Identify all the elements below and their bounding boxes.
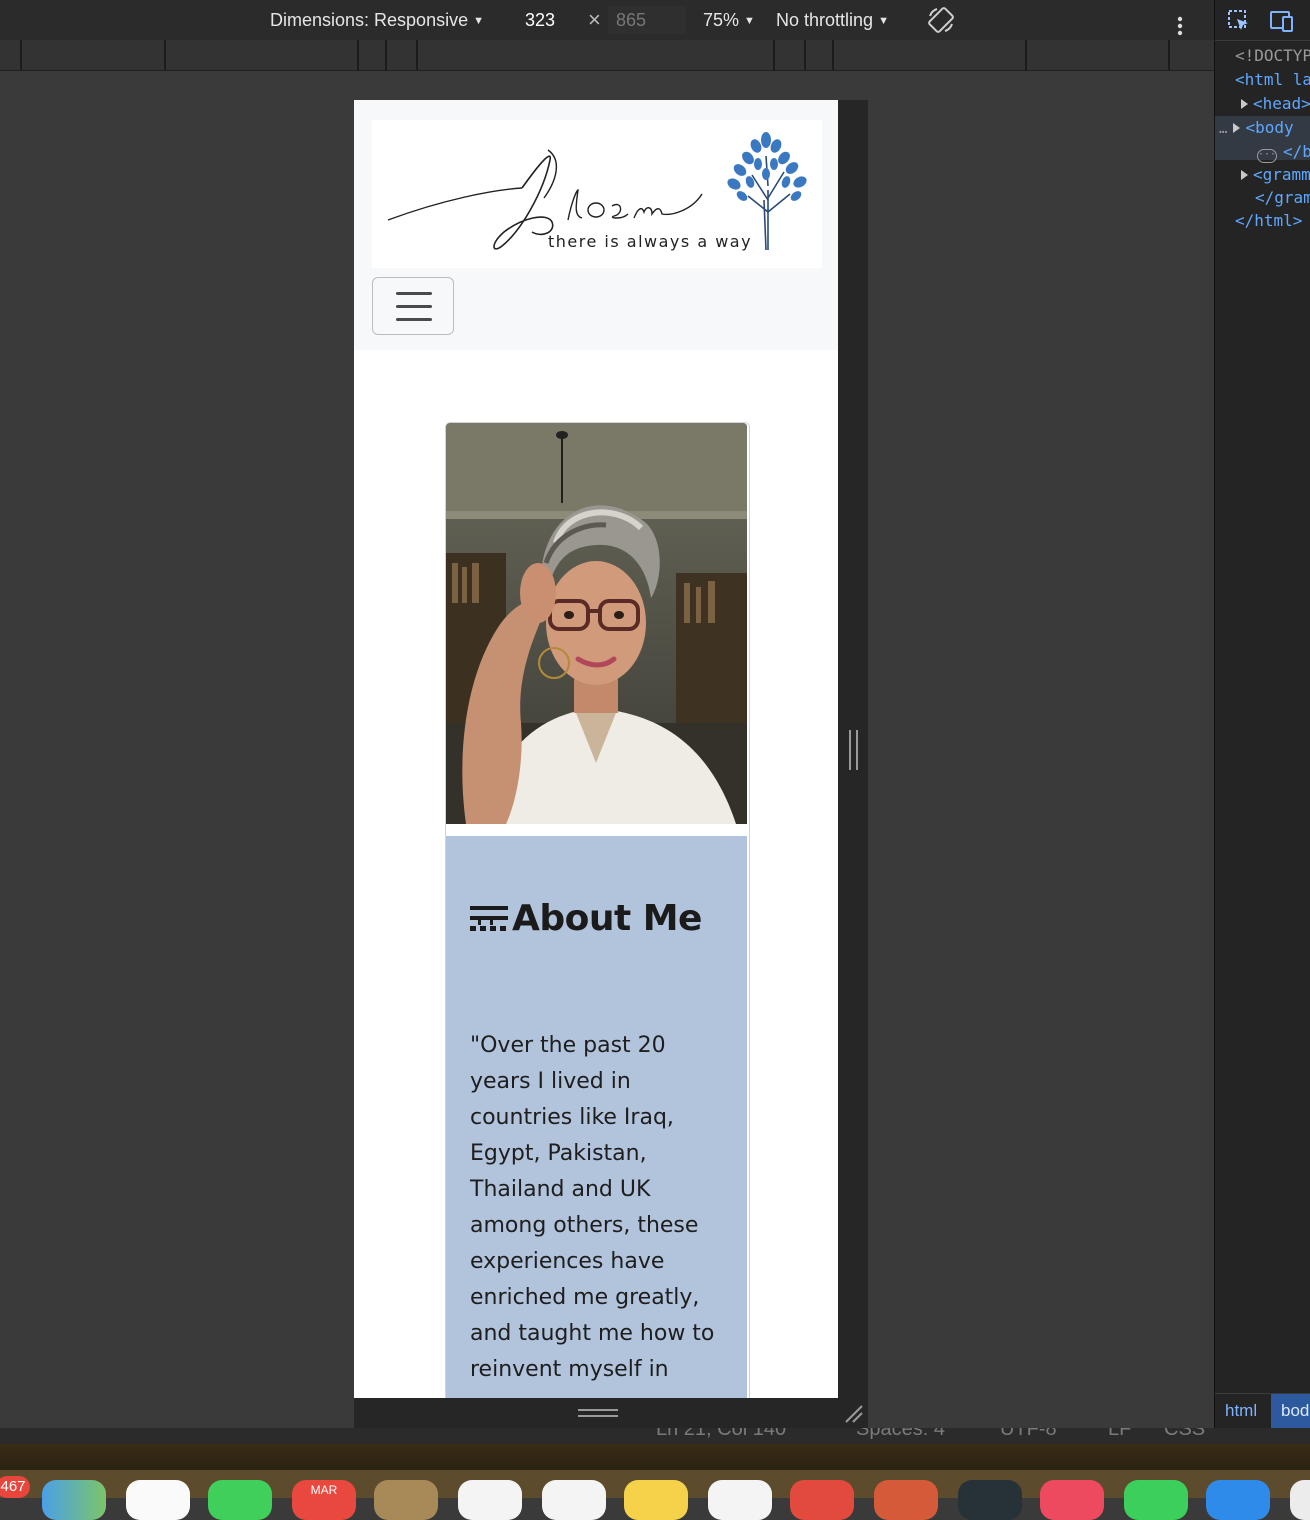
device-viewport: there is always a way About Me "Over the…	[354, 100, 838, 1398]
eol-setting[interactable]: LF	[1108, 1428, 1131, 1441]
dom-node-html[interactable]: <html la	[1235, 70, 1310, 89]
cursor-position[interactable]: Ln 21, Col 140	[656, 1428, 786, 1441]
language-mode[interactable]: CSS	[1164, 1428, 1205, 1441]
zoom-dropdown[interactable]: 75% ▼	[703, 0, 755, 40]
caret-down-icon: ▼	[473, 15, 484, 27]
dom-node-body-close[interactable]: ··· </b	[1257, 142, 1310, 163]
expand-triangle-icon[interactable]	[1241, 170, 1248, 180]
hamburger-icon	[396, 292, 432, 295]
about-card-body: About Me "Over the past 20 years I lived…	[446, 836, 747, 1398]
about-card: About Me "Over the past 20 years I lived…	[445, 422, 750, 1398]
dom-node-grammarly-close[interactable]: </gram	[1255, 188, 1310, 207]
dom-node-grammarly[interactable]: <gramm	[1241, 165, 1310, 184]
music-app-icon[interactable]	[1040, 1480, 1104, 1520]
breadcrumb-body[interactable]: bod	[1271, 1394, 1310, 1428]
caret-down-icon: ▼	[744, 15, 755, 27]
about-quote: "Over the past 20 years I lived in count…	[470, 1033, 715, 1382]
dom-node-doctype[interactable]: <!DOCTYPE	[1235, 46, 1310, 65]
reminders-app-icon[interactable]	[458, 1480, 522, 1520]
breadcrumb-html[interactable]: html	[1215, 1394, 1267, 1428]
freeform-app-icon[interactable]	[542, 1480, 606, 1520]
app-icon[interactable]	[1290, 1480, 1310, 1520]
width-input[interactable]: 323	[505, 6, 575, 34]
rotate-icon[interactable]	[927, 6, 955, 34]
dom-node-body[interactable]: … <body	[1219, 118, 1294, 137]
device-toolbar: Dimensions: Responsive ▼ 323 × 865 75% ▼ N…	[0, 0, 1214, 41]
dimensions-label: Dimensions: Responsive	[270, 10, 469, 30]
about-title-text: About Me	[512, 898, 702, 939]
encoding-setting[interactable]: UTF-8	[1000, 1428, 1057, 1441]
ellipsis-icon: …	[1219, 121, 1228, 137]
macos-dock: 467 MAR	[0, 1470, 1310, 1520]
filezilla-app-icon[interactable]	[874, 1480, 938, 1520]
facetime-app-icon[interactable]	[208, 1480, 272, 1520]
elements-panel: <!DOCTYPE <html la <head> …<body ···</b …	[1214, 0, 1310, 1428]
site-navbar: there is always a way	[354, 100, 838, 350]
desktop-wallpaper	[0, 1444, 1310, 1470]
maps-app-icon[interactable]	[42, 1480, 106, 1520]
caret-down-icon: ▼	[878, 15, 889, 27]
dimension-times-icon: ×	[588, 7, 601, 32]
throttling-dropdown[interactable]: No throttling ▼	[776, 0, 889, 40]
device-toggle-icon[interactable]	[1269, 9, 1297, 38]
contacts-app-icon[interactable]	[374, 1480, 438, 1520]
media-query-ruler	[0, 40, 1214, 71]
photos-app-icon[interactable]	[126, 1480, 190, 1520]
profile-photo	[446, 423, 747, 824]
dom-node-head[interactable]: <head>	[1241, 94, 1310, 113]
width-resize-handle[interactable]	[849, 730, 858, 770]
expand-triangle-icon[interactable]	[1241, 99, 1248, 109]
height-input[interactable]: 865	[608, 6, 686, 34]
safari-app-icon[interactable]	[708, 1480, 772, 1520]
zoom-label: 75%	[703, 10, 740, 30]
site-logo[interactable]: there is always a way	[372, 120, 822, 268]
navbar-toggle-button[interactable]	[372, 277, 454, 335]
throttling-label: No throttling	[776, 10, 874, 30]
expand-triangle-icon[interactable]	[1233, 123, 1241, 133]
editor-status-bar: Ln 21, Col 140 Spaces: 4 UTF-8 LF CSS	[0, 1428, 1310, 1444]
corner-resize-icon[interactable]	[842, 1402, 864, 1424]
indentation-setting[interactable]: Spaces: 4	[856, 1428, 945, 1441]
calendar-app-icon[interactable]: MAR	[292, 1480, 356, 1520]
collapsed-children-icon: ···	[1257, 149, 1277, 163]
terminal-app-icon[interactable]	[958, 1480, 1022, 1520]
chrome-app-icon[interactable]	[790, 1480, 854, 1520]
section-lines-icon	[470, 905, 508, 931]
inspect-element-icon[interactable]	[1227, 9, 1251, 38]
mail-badge: 467	[0, 1476, 30, 1498]
dimensions-dropdown[interactable]: Dimensions: Responsive ▼	[270, 0, 484, 40]
whatsapp-app-icon[interactable]	[1124, 1480, 1188, 1520]
height-resize-handle[interactable]	[578, 1409, 618, 1417]
about-heading: About Me	[470, 898, 702, 939]
xcode-app-icon[interactable]	[1206, 1480, 1270, 1520]
elements-toolbar	[1215, 0, 1310, 41]
site-tagline: there is always a way	[548, 232, 753, 251]
breadcrumb: html bod	[1215, 1393, 1310, 1428]
notes-app-icon[interactable]	[624, 1480, 688, 1520]
dom-node-html-close[interactable]: </html>	[1235, 211, 1302, 230]
more-options-icon[interactable]	[1174, 10, 1186, 36]
